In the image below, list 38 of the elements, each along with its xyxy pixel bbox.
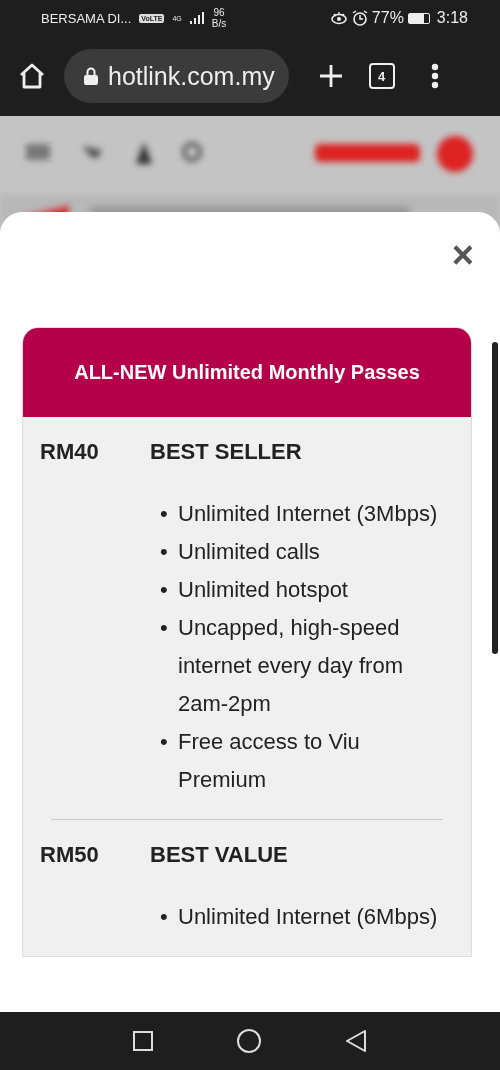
feature-item: Unlimited hotspot (178, 576, 348, 604)
bullet: • (160, 614, 169, 642)
recent-apps-icon[interactable] (133, 1031, 153, 1051)
plan-label: BEST SELLER (150, 439, 303, 465)
back-icon[interactable] (345, 1030, 367, 1052)
feature-item: Free access to Viu Premium (178, 728, 361, 794)
feature-item: Uncapped, high-speed internet every day from 2am-2pm (178, 614, 404, 718)
speed-unit: B/s (211, 18, 227, 29)
feature-item: Unlimited Internet (6Mbps) (178, 903, 438, 931)
bullet: • (160, 500, 169, 528)
home-button-icon[interactable] (237, 1029, 261, 1053)
tab-count-button[interactable]: 4 (368, 63, 395, 89)
feature-item: Unlimited calls (178, 538, 320, 566)
plan-price: RM40 (40, 439, 100, 465)
clock-time: 3:18 (436, 9, 468, 27)
eye-icon (329, 11, 348, 25)
speed-value: 96 (213, 7, 225, 18)
battery-icon (407, 12, 430, 24)
new-tab-icon[interactable] (318, 64, 343, 88)
battery-percent: 77% (371, 9, 404, 27)
address-bar[interactable]: hotlink.com.my (64, 49, 289, 103)
carrier-name: BERSAMA DI... (41, 10, 132, 26)
menu-icon[interactable] (430, 63, 439, 89)
bullet: • (160, 903, 169, 931)
signal-icon (189, 12, 204, 24)
bullet: • (160, 576, 169, 604)
plan-label: BEST VALUE (150, 842, 289, 868)
bullet: • (160, 728, 169, 756)
home-icon[interactable] (18, 63, 46, 89)
scrollbar[interactable] (492, 342, 498, 654)
alarm-icon (351, 10, 368, 26)
card-title: ALL-NEW Unlimited Monthly Passes (23, 328, 471, 417)
url-text: hotlink.com.my (108, 61, 275, 91)
lock-icon (84, 67, 98, 85)
close-button[interactable]: × (451, 236, 474, 274)
plan-price: RM50 (40, 842, 100, 868)
bullet: • (160, 538, 169, 566)
feature-item: Unlimited Internet (3Mbps) (178, 500, 438, 528)
